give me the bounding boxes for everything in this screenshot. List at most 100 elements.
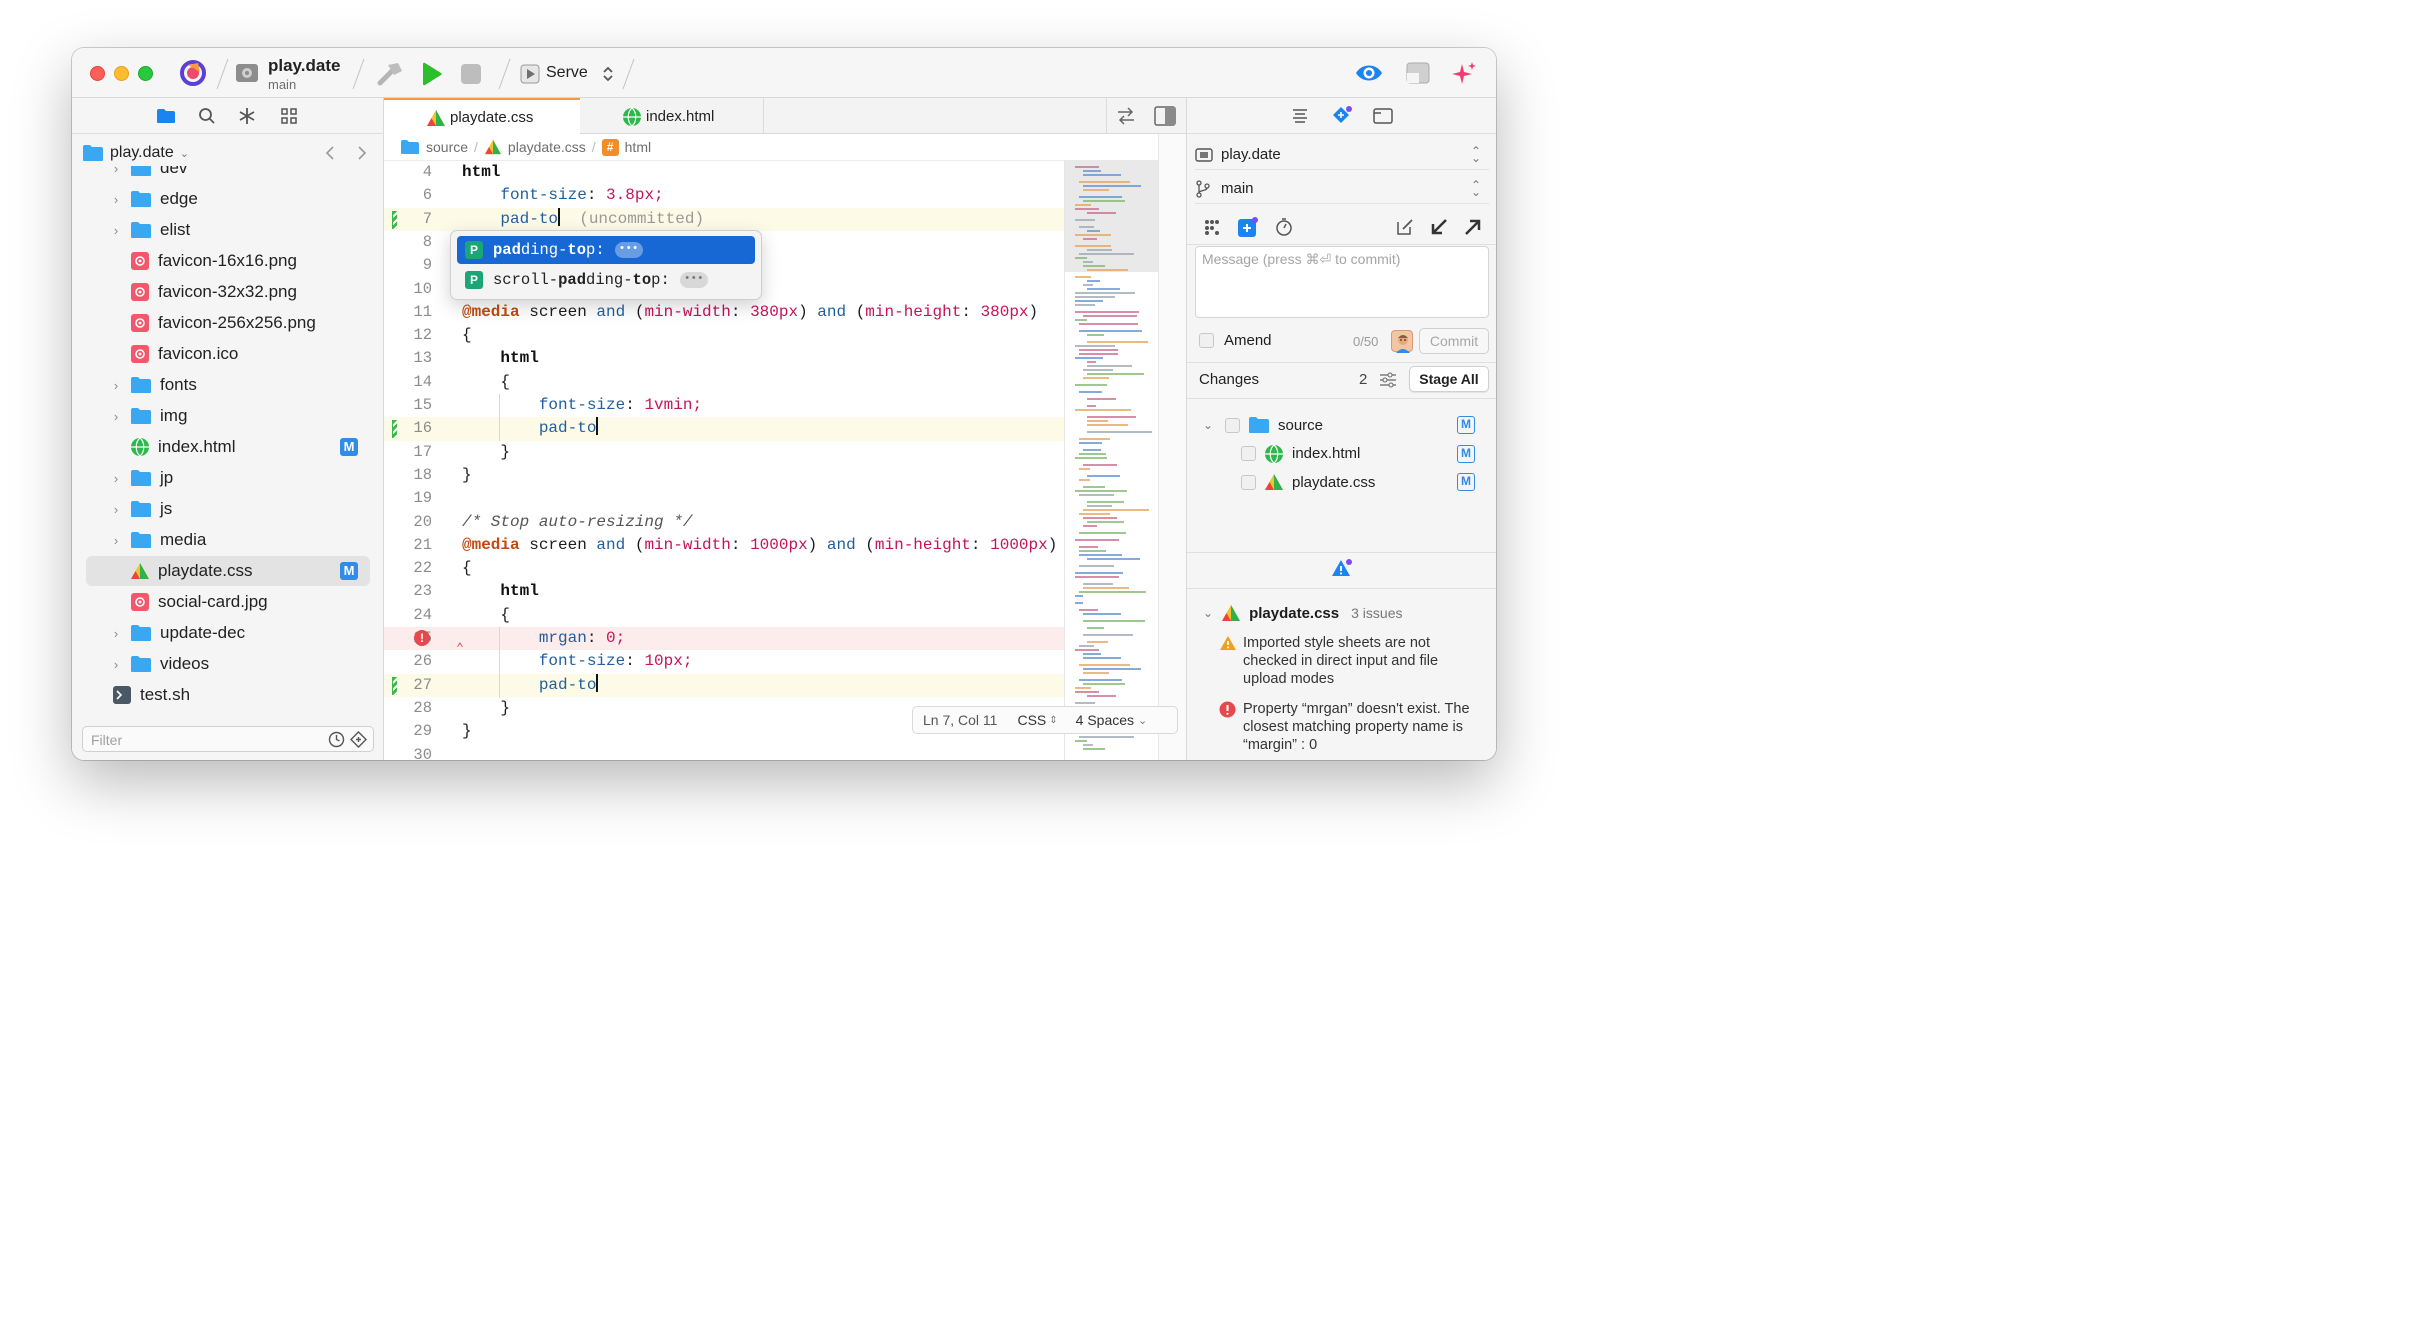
error-icon[interactable]: ! — [414, 630, 430, 646]
folder-icon[interactable] — [156, 108, 176, 124]
code-line[interactable]: 20 /* Stop auto-resizing */ — [384, 511, 1064, 534]
tree-item-playdate-css[interactable]: playdate.css M — [86, 556, 370, 586]
code-line[interactable]: 22 { — [384, 557, 1064, 580]
stage-checkbox[interactable] — [1225, 417, 1240, 433]
autocomplete-item[interactable]: Ppad ding-to p: ••• — [457, 236, 755, 264]
zoom-window-button[interactable] — [138, 66, 153, 81]
chevron-right-icon[interactable]: › — [108, 409, 124, 424]
code-line[interactable]: 15 font-size: 1vmin; — [384, 394, 1064, 418]
change-item-playdate-css[interactable]: playdate.css M — [1203, 469, 1489, 495]
diff-arrows-icon[interactable] — [1116, 107, 1136, 125]
serve-icon[interactable] — [520, 64, 540, 84]
commit-message-input[interactable]: Message (press ⌘⏎ to commit) — [1195, 246, 1489, 318]
tree-item-update-dec[interactable]: › update-dec — [86, 618, 370, 648]
code-line[interactable]: 7 pad-to (uncommitted) — [384, 207, 1064, 231]
tab-playdate-css[interactable]: playdate.css — [384, 98, 580, 135]
code-line[interactable]: 13 html — [384, 347, 1064, 370]
more-ellipsis-icon[interactable]: ••• — [614, 242, 643, 258]
close-window-button[interactable] — [90, 66, 105, 81]
repository-selector[interactable]: play.date ⌃ ⌄ — [1195, 140, 1489, 170]
build-hammer-icon[interactable] — [376, 61, 404, 87]
run-play-icon[interactable] — [418, 61, 444, 87]
code-line[interactable]: 19 — [384, 487, 1064, 510]
tree-item-index-html[interactable]: index.html M — [86, 432, 370, 462]
chevron-right-icon[interactable]: › — [108, 192, 124, 207]
layout-panel-icon[interactable] — [1406, 62, 1430, 84]
chevron-right-icon[interactable]: › — [108, 533, 124, 548]
filter-sliders-icon[interactable] — [1379, 372, 1397, 388]
code-line[interactable]: 4 html — [384, 161, 1064, 184]
stage-checkbox[interactable] — [1241, 446, 1256, 461]
git-status-filter-icon[interactable] — [350, 731, 367, 748]
branch-selector[interactable]: main ⌃ ⌄ — [1195, 174, 1489, 204]
code-line[interactable]: 25!⌃ mrgan: 0; — [384, 627, 1064, 656]
split-view-icon[interactable] — [1154, 106, 1176, 126]
breadcrumb-item-selector[interactable]: html — [625, 139, 651, 155]
tab-index-html[interactable]: index.html — [580, 98, 764, 134]
tree-item-favicon-32x32-png[interactable]: favicon-32x32.png — [86, 277, 370, 307]
filter-input[interactable]: Filter — [82, 726, 374, 752]
stage-all-button[interactable]: Stage All — [1409, 366, 1489, 392]
commit-graph-icon[interactable] — [1203, 218, 1221, 236]
stage-checkbox[interactable] — [1241, 474, 1256, 490]
code-line[interactable]: 12 { — [384, 324, 1064, 347]
indentation-selector[interactable]: 4 Spaces — [1076, 712, 1134, 728]
code-line[interactable]: 11 @media screen and (min-width: 380px) a… — [384, 301, 1064, 324]
code-line[interactable]: 21 @media screen and (min-width: 1000px) … — [384, 534, 1064, 557]
breadcrumb-item-file[interactable]: playdate.css — [508, 139, 586, 155]
forward-arrow-icon[interactable] — [356, 146, 368, 160]
stop-icon[interactable] — [460, 63, 482, 85]
chevron-right-icon[interactable]: › — [108, 626, 124, 641]
issues-file-row[interactable]: ⌄ playdate.css 3 issues — [1203, 604, 1402, 622]
minimap[interactable] — [1064, 160, 1159, 760]
amend-checkbox-box[interactable] — [1199, 333, 1214, 348]
code-line[interactable]: 27 pad-to — [384, 673, 1064, 698]
tree-item-test-sh[interactable]: test.sh — [86, 680, 370, 710]
issue-message[interactable]: Property “mrgan” doesn't exist. The clos… — [1243, 700, 1483, 754]
git-source-control-icon[interactable] — [1331, 105, 1353, 127]
breadcrumb-item-source[interactable]: source — [426, 139, 468, 155]
push-arrow-icon[interactable] — [1463, 217, 1483, 237]
outline-lines-icon[interactable] — [1291, 107, 1309, 125]
chevron-right-icon[interactable]: › — [108, 502, 124, 517]
project-settings-icon[interactable] — [234, 60, 260, 86]
code-line[interactable]: 16 pad-to — [384, 417, 1064, 442]
vertical-scrollbar[interactable] — [1158, 134, 1186, 760]
symbols-asterisk-icon[interactable] — [238, 107, 256, 125]
amend-checkbox[interactable]: Amend — [1199, 332, 1272, 349]
tree-item-jp[interactable]: › jp — [86, 463, 370, 493]
ai-sparkle-icon[interactable] — [1450, 60, 1478, 88]
tree-item-favicon-ico[interactable]: favicon.ico — [86, 339, 370, 369]
chevron-right-icon[interactable]: › — [108, 166, 124, 176]
stopwatch-icon[interactable] — [1275, 217, 1293, 237]
chevron-right-icon[interactable]: › — [108, 378, 124, 393]
tree-item-favicon-16x16-png[interactable]: favicon-16x16.png — [86, 246, 370, 276]
project-selector[interactable]: play.date ⌄ — [82, 140, 189, 166]
code-line[interactable]: 18} — [384, 464, 1064, 487]
stage-changes-icon[interactable] — [1237, 216, 1259, 238]
language-selector[interactable]: CSS — [1017, 712, 1046, 728]
chevron-right-icon[interactable]: › — [108, 657, 124, 672]
code-line[interactable]: 17 } — [384, 441, 1064, 464]
issue-message[interactable]: Imported style sheets are not checked in… — [1243, 634, 1483, 688]
tree-item-videos[interactable]: › videos — [86, 649, 370, 679]
chevron-down-icon[interactable]: ⌄ — [1203, 418, 1221, 432]
tree-item-img[interactable]: › img — [86, 401, 370, 431]
minimap-viewport[interactable] — [1065, 160, 1159, 272]
chevron-updown-icon[interactable] — [602, 65, 614, 83]
tree-item-fonts[interactable]: › fonts — [86, 370, 370, 400]
commit-button[interactable]: Commit — [1419, 328, 1489, 354]
autocomplete-item[interactable]: Pscroll-pad ding-to p: ••• — [457, 266, 755, 294]
code-line[interactable]: 24 { — [384, 604, 1064, 627]
preview-eye-icon[interactable] — [1354, 62, 1384, 84]
pull-arrow-icon[interactable] — [1429, 217, 1449, 237]
tree-item-edge[interactable]: › edge — [86, 184, 370, 214]
more-ellipsis-icon[interactable]: ••• — [679, 272, 708, 288]
code-line[interactable]: 6 font-size: 3.8px; — [384, 184, 1064, 207]
tree-item-elist[interactable]: › elist — [86, 215, 370, 245]
tree-item-favicon-256x256-png[interactable]: favicon-256x256.png — [86, 308, 370, 338]
code-line[interactable]: 26 font-size: 10px; — [384, 650, 1064, 675]
chevron-right-icon[interactable]: › — [108, 471, 124, 486]
code-line[interactable]: 23 html — [384, 580, 1064, 603]
scheme-selector-label[interactable]: Serve — [546, 64, 588, 82]
